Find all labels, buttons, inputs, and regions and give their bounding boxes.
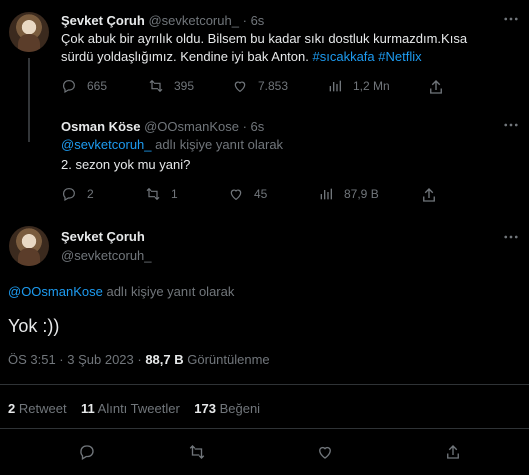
reply-icon [63,188,75,202]
reply-button[interactable]: 2 [61,186,94,202]
retweet-button[interactable]: 395 [148,78,194,94]
engagement-stats: 2 Retweet 11 Alıntı Tweetler 173 Beğeni [8,400,260,417]
reply-count: 665 [87,79,108,93]
views-icon [329,80,341,92]
like-stat[interactable]: 173 Beğeni [194,401,260,416]
views-count: 1,2 Mn [353,79,390,93]
author-name[interactable]: Osman Köse [61,119,140,134]
author-name[interactable]: Şevket Çoruh [61,13,145,28]
views-button[interactable]: 87,9 B [318,186,379,202]
like-icon [230,189,242,201]
reply-icon [80,445,94,460]
share-button[interactable] [427,78,445,96]
retweet-icon [146,187,160,201]
more-icon[interactable] [502,116,520,134]
reply-button[interactable] [78,443,96,461]
author-handle[interactable]: @sevketcoruh_ [148,13,239,28]
share-icon [447,445,459,459]
author-handle[interactable]: @sevketcoruh_ [61,247,152,264]
reply-context: @sevketcoruh_ adlı kişiye yanıt olarak [61,136,283,153]
avatar-sevket[interactable] [9,226,49,266]
main-tweet-text: Yok :)) [8,316,60,336]
tweet-text-line2: sürdü yoldaşlığımız. Kendine iyi bak Ant… [61,48,422,65]
retweet-stat[interactable]: 2 Retweet [8,401,67,416]
views-count: 87,9 B [344,187,379,201]
like-icon [234,81,246,93]
like-count: 45 [254,187,268,201]
author-handle[interactable]: @OOsmanKose [144,119,239,134]
like-count: 7.853 [258,79,289,93]
retweet-count: 1 [171,187,178,201]
reply-button[interactable]: 665 [61,78,107,94]
reply-to-link[interactable]: @OOsmanKose [8,284,103,299]
reply-suffix: adlı kişiye yanıt olarak [106,284,235,299]
retweet-icon [189,445,205,459]
reply-count: 2 [87,187,94,201]
avatar-sevket[interactable] [9,12,49,52]
tweet-text: 2. sezon yok mu yani? [61,157,191,172]
tweet-header: Osman Köse @OOsmanKose · 6s [61,118,264,135]
hashtag-link[interactable]: #sıcakkafa [313,49,375,64]
tweet-text-line1: Çok abuk bir ayrılık oldu. Bilsem bu kad… [61,31,468,46]
like-icon [319,446,331,459]
timestamp[interactable]: ÖS 3:51 · 3 Şub 2023 · [8,352,142,367]
author-name-main: Şevket Çoruh [61,228,145,245]
like-button[interactable]: 7.853 [232,78,288,94]
share-button[interactable] [444,443,462,461]
thread-line [28,58,30,142]
reply-suffix: adlı kişiye yanıt olarak [155,137,284,152]
tweet-time[interactable]: 6s [251,13,265,28]
more-icon[interactable] [502,10,520,28]
divider [0,384,529,385]
separator: · [242,119,247,134]
views-button[interactable]: 1,2 Mn [327,78,390,94]
separator: · [242,13,247,28]
reply-icon [63,80,75,94]
retweet-button[interactable]: 1 [145,186,178,202]
hashtag-link[interactable]: #Netflix [378,49,421,64]
tweet-time[interactable]: 6s [251,119,265,134]
like-button[interactable] [316,443,334,461]
reply-context: @OOsmanKose adlı kişiye yanıt olarak [8,283,234,300]
retweet-count: 395 [174,79,195,93]
tweet-text: sürdü yoldaşlığımız. Kendine iyi bak Ant… [61,49,309,64]
views-icon [320,188,332,200]
author-name[interactable]: Şevket Çoruh [61,229,145,244]
share-icon [430,80,442,94]
views-count: 88,7 B [145,352,184,367]
share-icon [423,188,435,202]
retweet-button[interactable] [188,443,206,461]
share-button[interactable] [420,186,438,204]
views-label: Görüntülenme [187,352,270,367]
divider [0,428,529,429]
like-button[interactable]: 45 [228,186,267,202]
retweet-icon [149,79,163,93]
tweet-meta: ÖS 3:51 · 3 Şub 2023 · 88,7 B Görüntülen… [8,351,270,368]
quote-stat[interactable]: 11 Alıntı Tweetler [81,401,180,416]
tweet-header: Şevket Çoruh @sevketcoruh_ · 6s [61,12,264,29]
reply-to-link[interactable]: @sevketcoruh_ [61,137,152,152]
more-icon[interactable] [502,228,520,246]
